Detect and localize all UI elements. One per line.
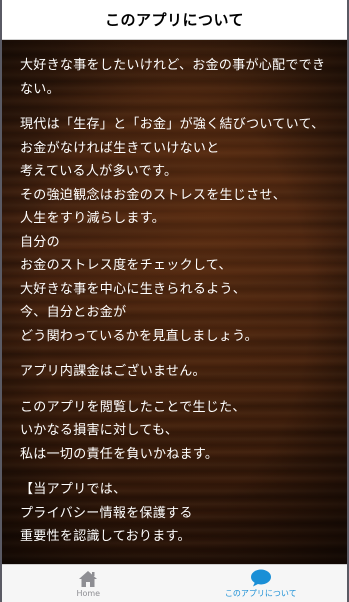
disclaimer-line: 私は一切の責任を負いかねます。	[20, 446, 219, 462]
home-icon	[78, 570, 98, 588]
bottom-tab-bar: Home このアプリについて	[2, 564, 347, 602]
disclaimer-line: このアプリを閲覧したことで生じた、	[20, 399, 246, 415]
app-header: このアプリについて	[2, 0, 347, 40]
privacy-line: 【当アプリでは、	[20, 482, 127, 497]
body-line: どう関わっているかを見直しましょう。	[20, 328, 258, 344]
body-line: 大好きな事を中心に生きられるよう、	[20, 281, 247, 297]
no-purchase-line: アプリ内課金はございません。	[20, 364, 206, 379]
privacy-line: プライバシー情報を保護する	[20, 505, 193, 521]
body-line: 自分の	[20, 234, 60, 250]
intro-line: 大好きな事をしたいけれど、お金の事が心配でできない。	[20, 58, 326, 97]
body-line: 今、自分とお金が	[20, 305, 127, 320]
tab-about-label: このアプリについて	[224, 588, 297, 598]
body-line: 人生をすり減らします。	[20, 211, 166, 226]
privacy-line: 重要性を認識しております。	[20, 529, 191, 544]
body-line: お金のストレス度をチェックして、	[20, 258, 232, 273]
body-line: その強迫観念はお金のストレスを生じさせ、	[20, 187, 287, 203]
tab-about[interactable]: このアプリについて	[175, 565, 348, 602]
body-line: 現代は「生存」と「お金」が強く結びついていて、	[20, 117, 325, 132]
about-text: 大好きな事をしたいけれど、お金の事が心配でできない。 現代は「生存」と「お金」が…	[20, 54, 333, 549]
tab-home-label: Home	[76, 588, 101, 598]
tab-home[interactable]: Home	[2, 565, 175, 602]
chat-bubble-icon	[250, 569, 272, 587]
disclaimer-line: いかなる損害に対しても、	[20, 423, 179, 438]
page-title: このアプリについて	[104, 11, 245, 29]
body-line: 考えている人が多いです。	[20, 164, 178, 179]
body-line: お金がなければ生きていけないと	[20, 140, 220, 156]
about-content[interactable]: 大好きな事をしたいけれど、お金の事が心配でできない。 現代は「生存」と「お金」が…	[2, 40, 347, 564]
